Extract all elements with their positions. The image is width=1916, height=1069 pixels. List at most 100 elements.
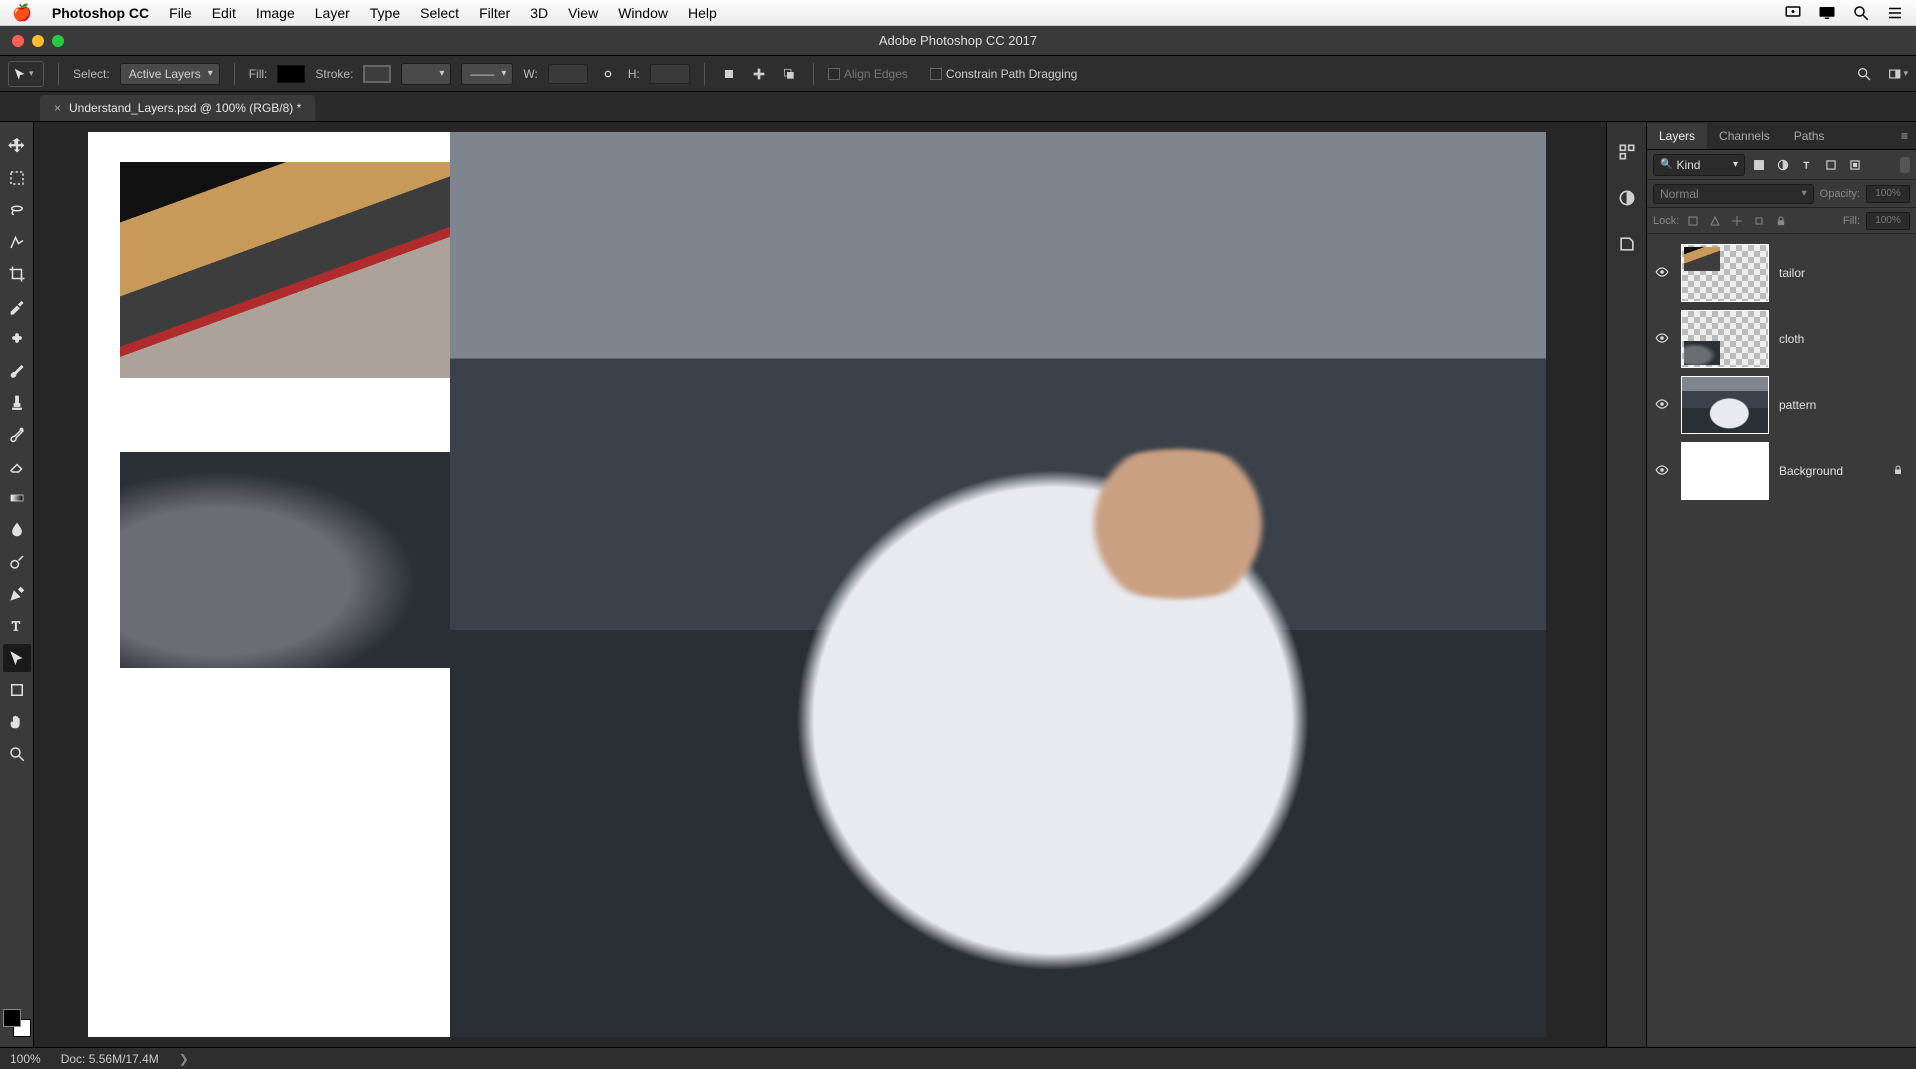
screen-share-icon[interactable] <box>1784 4 1802 22</box>
tab-close-icon[interactable]: × <box>54 101 61 115</box>
history-panel-icon[interactable] <box>1615 140 1639 164</box>
width-field[interactable] <box>548 64 588 84</box>
foreground-color-swatch[interactable] <box>3 1009 21 1027</box>
eyedropper-tool[interactable] <box>3 292 31 320</box>
tab-channels[interactable]: Channels <box>1707 123 1782 149</box>
layer-thumbnail[interactable] <box>1681 442 1769 500</box>
path-select-tool[interactable] <box>3 644 31 672</box>
pen-tool[interactable] <box>3 580 31 608</box>
filter-smart-icon[interactable] <box>1845 155 1865 175</box>
link-wh-icon[interactable] <box>598 64 618 84</box>
eraser-tool[interactable] <box>3 452 31 480</box>
select-mode-dropdown[interactable]: Active Layers <box>120 63 220 85</box>
type-tool[interactable]: T <box>3 612 31 640</box>
stroke-swatch[interactable] <box>363 65 391 83</box>
panel-menu-icon[interactable]: ≡ <box>1893 123 1916 149</box>
lock-all-icon[interactable] <box>1773 213 1789 229</box>
stroke-style-dropdown[interactable]: —— <box>461 63 513 85</box>
lasso-tool[interactable] <box>3 196 31 224</box>
hand-tool[interactable] <box>3 708 31 736</box>
menu-filter[interactable]: Filter <box>479 5 510 21</box>
path-align-icon[interactable] <box>749 64 769 84</box>
menu-select[interactable]: Select <box>420 5 459 21</box>
document-tab[interactable]: × Understand_Layers.psd @ 100% (RGB/8) * <box>40 95 315 121</box>
visibility-toggle[interactable] <box>1653 265 1671 282</box>
display-icon[interactable] <box>1818 4 1836 22</box>
menu-help[interactable]: Help <box>688 5 717 21</box>
visibility-toggle[interactable] <box>1653 397 1671 414</box>
layer-name[interactable]: tailor <box>1779 266 1805 280</box>
shape-tool[interactable] <box>3 676 31 704</box>
path-arrange-icon[interactable] <box>779 64 799 84</box>
lock-artboard-icon[interactable] <box>1751 213 1767 229</box>
menu-window[interactable]: Window <box>618 5 668 21</box>
crop-tool[interactable] <box>3 260 31 288</box>
apple-menu-icon[interactable]: 🍎 <box>12 3 32 23</box>
libraries-panel-icon[interactable] <box>1615 232 1639 256</box>
zoom-tool[interactable] <box>3 740 31 768</box>
adjustments-panel-icon[interactable] <box>1615 186 1639 210</box>
app-name[interactable]: Photoshop CC <box>52 5 149 21</box>
quick-select-tool[interactable] <box>3 228 31 256</box>
path-op-combine-icon[interactable] <box>719 64 739 84</box>
status-more-icon[interactable]: ❯ <box>179 1052 189 1066</box>
layer-thumbnail[interactable] <box>1681 376 1769 434</box>
layer-thumbnail[interactable] <box>1681 310 1769 368</box>
stamp-tool[interactable] <box>3 388 31 416</box>
menu-layer[interactable]: Layer <box>315 5 350 21</box>
menu-edit[interactable]: Edit <box>212 5 236 21</box>
menu-type[interactable]: Type <box>370 5 400 21</box>
stroke-width-dropdown[interactable] <box>401 63 451 85</box>
blend-mode-dropdown[interactable]: Normal <box>1653 184 1814 204</box>
layer-name[interactable]: pattern <box>1779 398 1816 412</box>
filter-shape-icon[interactable] <box>1821 155 1841 175</box>
filter-toggle[interactable] <box>1900 157 1910 173</box>
current-tool-indicator[interactable]: ▾ <box>8 61 44 87</box>
tab-layers[interactable]: Layers <box>1647 123 1707 149</box>
blur-tool[interactable] <box>3 516 31 544</box>
workspace-switcher-icon[interactable]: ▾ <box>1888 64 1908 84</box>
layer-filter-kind[interactable]: Kind <box>1653 154 1745 176</box>
fg-bg-swatches[interactable] <box>3 1009 31 1037</box>
doc-size-info[interactable]: Doc: 5.56M/17.4M <box>61 1052 159 1066</box>
lock-pixels-icon[interactable] <box>1707 213 1723 229</box>
visibility-toggle[interactable] <box>1653 463 1671 480</box>
marquee-tool[interactable] <box>3 164 31 192</box>
height-field[interactable] <box>650 64 690 84</box>
filter-adjust-icon[interactable] <box>1773 155 1793 175</box>
layer-thumbnail[interactable] <box>1681 244 1769 302</box>
spotlight-search-icon[interactable] <box>1852 4 1870 22</box>
menu-3d[interactable]: 3D <box>530 5 548 21</box>
tab-paths[interactable]: Paths <box>1782 123 1837 149</box>
document-canvas[interactable] <box>88 132 1546 1037</box>
layer-name[interactable]: Background <box>1779 464 1843 478</box>
search-icon[interactable] <box>1854 64 1874 84</box>
history-brush-tool[interactable] <box>3 420 31 448</box>
fill-swatch[interactable] <box>277 65 305 83</box>
lock-transparent-icon[interactable] <box>1685 213 1701 229</box>
zoom-level[interactable]: 100% <box>10 1052 41 1066</box>
gradient-tool[interactable] <box>3 484 31 512</box>
menu-list-icon[interactable] <box>1886 4 1904 22</box>
layer-row-cloth[interactable]: cloth <box>1651 306 1912 372</box>
layer-name[interactable]: cloth <box>1779 332 1804 346</box>
menu-file[interactable]: File <box>169 5 192 21</box>
move-tool[interactable] <box>3 132 31 160</box>
align-edges-checkbox[interactable] <box>828 68 840 80</box>
lock-position-icon[interactable] <box>1729 213 1745 229</box>
healing-tool[interactable] <box>3 324 31 352</box>
menu-view[interactable]: View <box>568 5 598 21</box>
menu-image[interactable]: Image <box>256 5 295 21</box>
brush-tool[interactable] <box>3 356 31 384</box>
layer-row-pattern[interactable]: pattern <box>1651 372 1912 438</box>
visibility-toggle[interactable] <box>1653 331 1671 348</box>
opacity-field[interactable]: 100% <box>1866 185 1910 203</box>
filter-pixel-icon[interactable] <box>1749 155 1769 175</box>
canvas-area[interactable] <box>34 122 1606 1047</box>
dodge-tool[interactable] <box>3 548 31 576</box>
constrain-checkbox[interactable] <box>930 68 942 80</box>
filter-type-icon[interactable]: T <box>1797 155 1817 175</box>
layer-row-tailor[interactable]: tailor <box>1651 240 1912 306</box>
fill-field[interactable]: 100% <box>1866 212 1910 230</box>
layer-row-background[interactable]: Background <box>1651 438 1912 504</box>
